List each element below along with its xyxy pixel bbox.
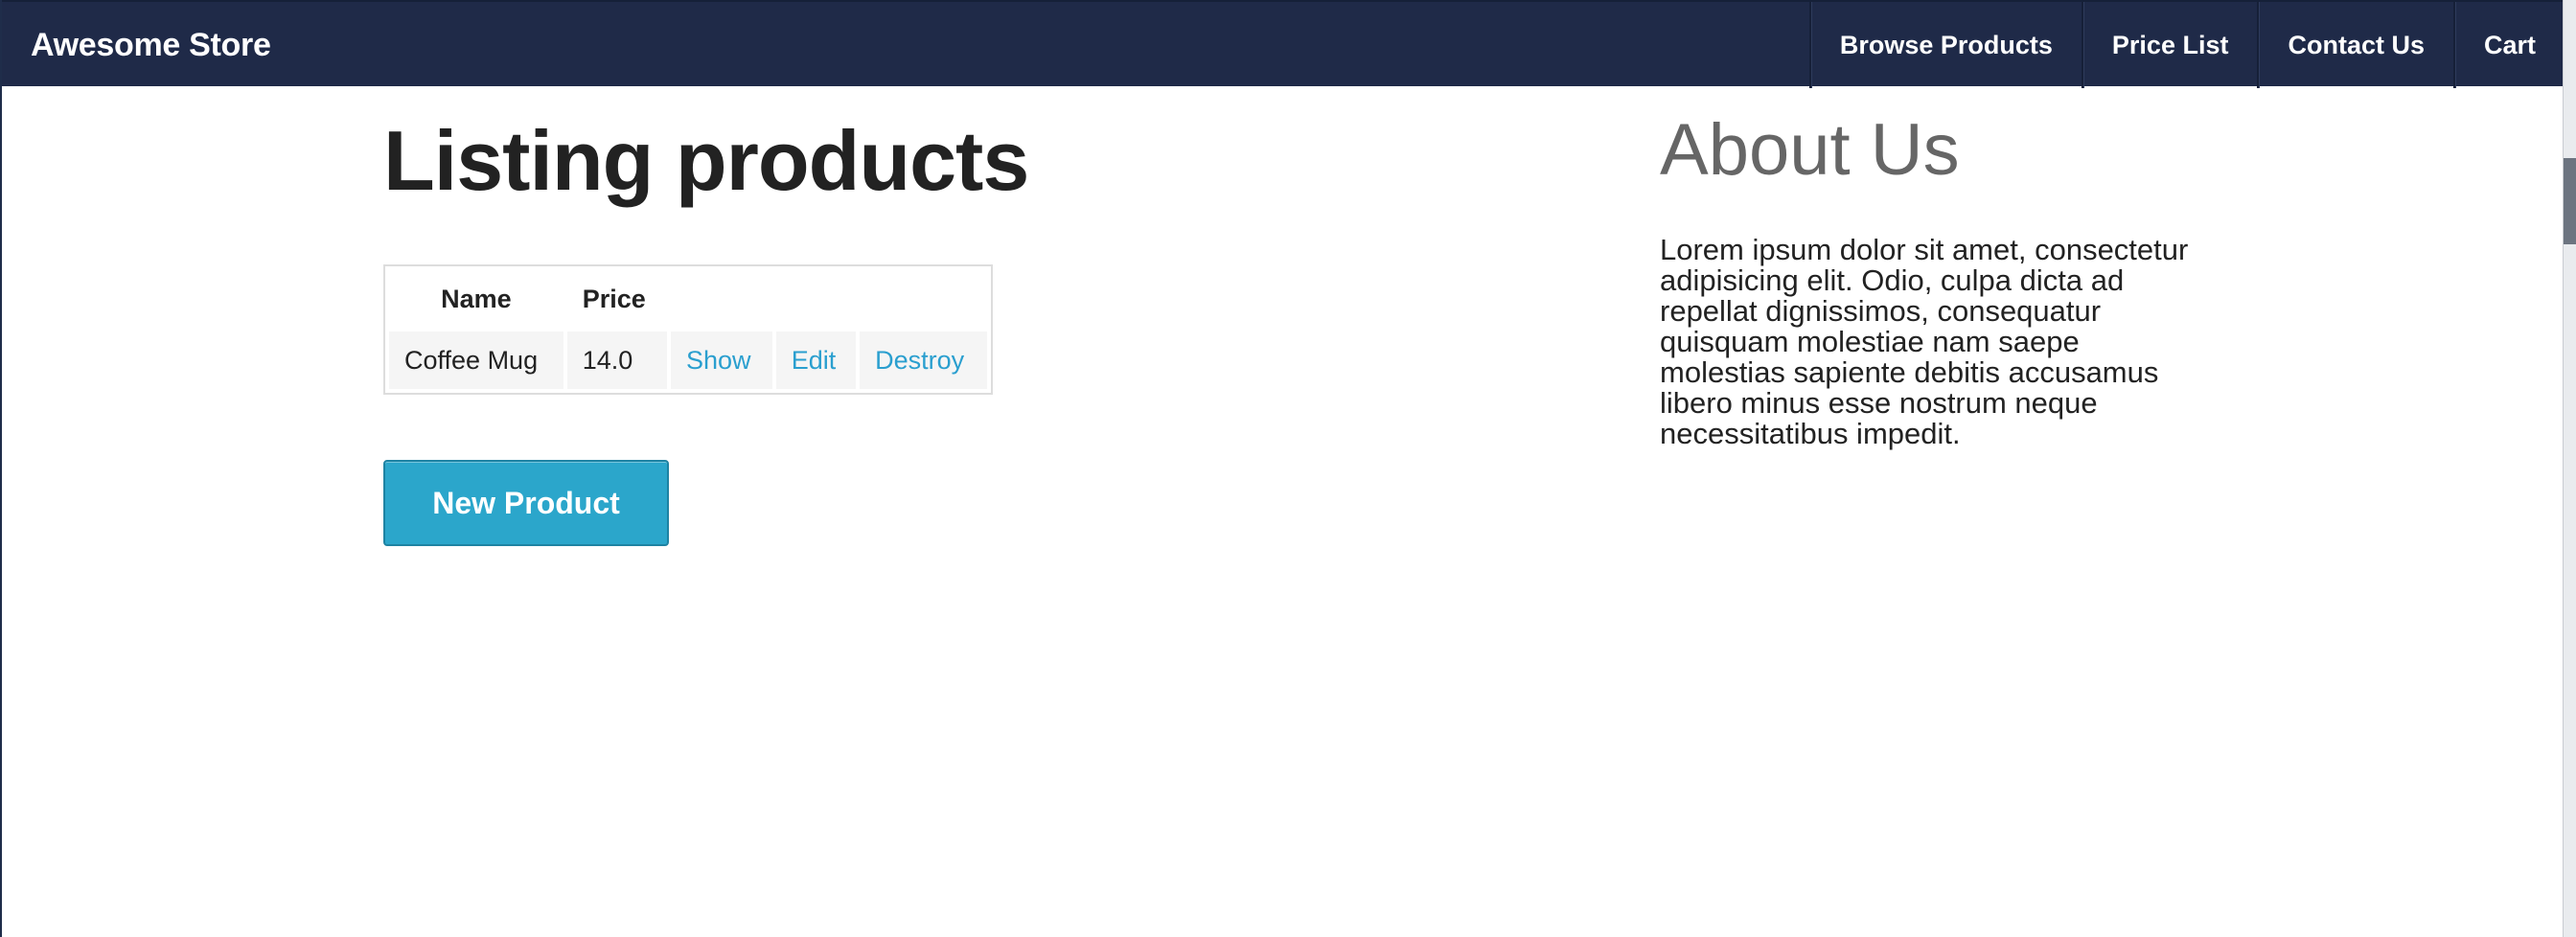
page-title: Listing products <box>383 113 1029 208</box>
column-header-empty <box>860 270 987 328</box>
window-edge <box>2563 0 2576 937</box>
browser-page: Awesome Store Browse Products Price List… <box>0 0 2564 937</box>
background-window-fragment <box>2564 158 2576 244</box>
table-row: Coffee Mug 14.0 Show Edit Destroy <box>389 331 987 389</box>
product-name-cell: Coffee Mug <box>389 331 564 389</box>
edit-link[interactable]: Edit <box>792 346 837 375</box>
table-header-row: Name Price <box>389 270 987 328</box>
column-header-empty <box>671 270 772 328</box>
destroy-cell: Destroy <box>860 331 987 389</box>
nav-cart[interactable]: Cart <box>2452 2 2564 88</box>
nav-price-list[interactable]: Price List <box>2081 2 2258 88</box>
products-table: Name Price Coffee Mug 14.0 Show Edit Des… <box>383 264 993 395</box>
column-header-name: Name <box>441 284 512 313</box>
product-price-cell: 14.0 <box>566 331 667 389</box>
about-text: Lorem ipsum dolor sit amet, consectetur … <box>1660 233 2189 450</box>
new-product-button[interactable]: New Product <box>383 460 669 546</box>
top-nav-bar: Awesome Store Browse Products Price List… <box>2 0 2564 88</box>
column-header-empty <box>776 270 856 328</box>
show-cell: Show <box>670 331 772 389</box>
brand-link[interactable]: Awesome Store <box>31 2 271 88</box>
nav-menu: Browse Products Price List Contact Us Ca… <box>1808 2 2564 88</box>
destroy-link[interactable]: Destroy <box>875 346 964 375</box>
nav-browse-products[interactable]: Browse Products <box>1808 2 2082 88</box>
column-header-price: Price <box>582 284 646 313</box>
show-link[interactable]: Show <box>686 346 751 375</box>
edit-cell: Edit <box>775 331 857 389</box>
nav-contact-us[interactable]: Contact Us <box>2257 2 2453 88</box>
about-title: About Us <box>1660 109 1960 191</box>
